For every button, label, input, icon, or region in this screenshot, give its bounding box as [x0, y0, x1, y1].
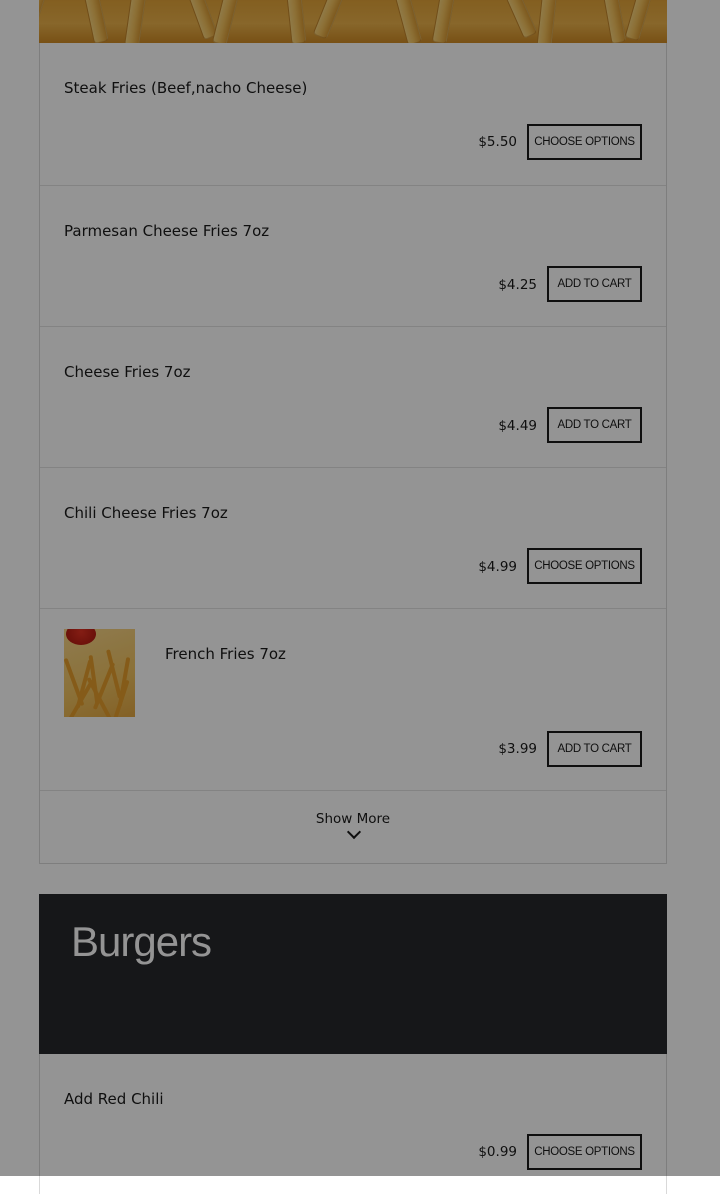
menu-page: Steak Fries (Beef,nacho Cheese) $5.50 Ch…: [0, 0, 720, 1194]
menu-item: Parmesan Cheese Fries 7oz $4.25 Add to C…: [40, 186, 666, 327]
choose-options-button[interactable]: Choose Options: [527, 124, 642, 160]
burgers-item-list: Add Red Chili $0.99 Choose Options: [39, 1054, 667, 1194]
choose-options-button[interactable]: Choose Options: [527, 548, 642, 584]
menu-item: Cheese Fries 7oz $4.49 Add to Cart: [40, 327, 666, 468]
fries-category-image: [39, 0, 667, 43]
item-name[interactable]: Parmesan Cheese Fries 7oz: [64, 222, 269, 240]
fries-item-list: Steak Fries (Beef,nacho Cheese) $5.50 Ch…: [39, 43, 667, 864]
item-price: $5.50: [478, 134, 517, 150]
choose-options-button[interactable]: Choose Options: [527, 1134, 642, 1170]
item-name[interactable]: Steak Fries (Beef,nacho Cheese): [64, 79, 307, 97]
item-name[interactable]: Cheese Fries 7oz: [64, 363, 191, 381]
show-more-button[interactable]: Show More: [40, 791, 666, 864]
item-thumbnail[interactable]: [64, 629, 135, 717]
item-name[interactable]: French Fries 7oz: [165, 645, 286, 663]
category-title: Burgers: [71, 918, 212, 965]
item-name[interactable]: Add Red Chili: [64, 1090, 164, 1108]
item-price: $0.99: [478, 1144, 517, 1160]
item-name[interactable]: Chili Cheese Fries 7oz: [64, 504, 228, 522]
add-to-cart-button[interactable]: Add to Cart: [547, 731, 642, 767]
chevron-down-icon[interactable]: [346, 824, 362, 840]
burgers-category-header: Burgers: [39, 894, 667, 1054]
item-price: $4.49: [498, 418, 537, 434]
item-price: $3.99: [498, 741, 537, 757]
menu-item: Chili Cheese Fries 7oz $4.99 Choose Opti…: [40, 468, 666, 609]
menu-item: Steak Fries (Beef,nacho Cheese) $5.50 Ch…: [40, 43, 666, 186]
item-price: $4.99: [478, 559, 517, 575]
menu-item: Add Red Chili $0.99 Choose Options: [40, 1054, 666, 1194]
add-to-cart-button[interactable]: Add to Cart: [547, 407, 642, 443]
item-price: $4.25: [498, 277, 537, 293]
menu-item: French Fries 7oz $3.99 Add to Cart: [40, 609, 666, 791]
add-to-cart-button[interactable]: Add to Cart: [547, 266, 642, 302]
